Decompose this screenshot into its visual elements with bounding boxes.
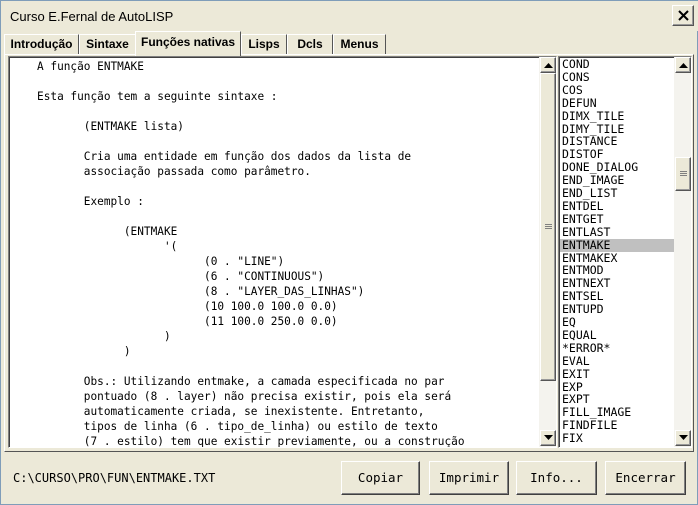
- scroll-thumb[interactable]: [540, 73, 556, 381]
- function-list-item[interactable]: EQUAL: [560, 328, 674, 342]
- list-scroll-up-button[interactable]: [675, 57, 691, 73]
- copy-button[interactable]: Copiar: [341, 461, 420, 495]
- function-list-item[interactable]: ENTDEL: [560, 199, 674, 213]
- function-list-item[interactable]: ENTLAST: [560, 225, 674, 239]
- info-button[interactable]: Info...: [516, 461, 597, 495]
- print-button[interactable]: Imprimir: [429, 461, 509, 495]
- close-window-button[interactable]: [672, 5, 694, 26]
- tab-strip: Introdução Sintaxe Funções nativas Lisps…: [4, 31, 694, 56]
- document-text: A função ENTMAKE Esta função tem a segui…: [37, 60, 465, 448]
- tab-dcls[interactable]: Dcls: [287, 34, 333, 54]
- window-title: Curso E.Fernal de AutoLISP: [10, 9, 174, 24]
- list-scroll-down-button[interactable]: [675, 430, 691, 446]
- tab-menus[interactable]: Menus: [333, 34, 386, 54]
- function-list-item[interactable]: FIX: [560, 432, 674, 445]
- function-list-item[interactable]: COS: [560, 83, 674, 97]
- function-list[interactable]: COND CONS COS DEFUN DIMX_TILE DIMY_TILE DISTAN…: [558, 56, 692, 448]
- function-list-item[interactable]: CONS: [560, 70, 674, 84]
- list-scroll-thumb[interactable]: [675, 157, 691, 191]
- file-path-label: C:\CURSO\PRO\FUN\ENTMAKE.TXT: [13, 471, 216, 485]
- function-list-item[interactable]: *ERROR*: [560, 341, 674, 355]
- document-text-area[interactable]: A função ENTMAKE Esta função tem a segui…: [8, 56, 557, 448]
- function-list-item[interactable]: ENTUPD: [560, 303, 674, 316]
- arrow-down-icon: [544, 435, 553, 440]
- function-list-item[interactable]: ENTGET: [560, 212, 674, 226]
- title-bar: Curso E.Fernal de AutoLISP: [1, 1, 698, 31]
- function-list-item[interactable]: ENTMAKE: [560, 238, 674, 252]
- function-list-item[interactable]: EVAL: [560, 354, 674, 368]
- app-window: Curso E.Fernal de AutoLISP Introdução Si…: [0, 0, 698, 505]
- arrow-down-icon: [679, 435, 688, 440]
- document-scrollbar[interactable]: [539, 57, 556, 447]
- scroll-up-button[interactable]: [540, 57, 556, 73]
- list-scrollbar[interactable]: [674, 57, 691, 447]
- function-list-item[interactable]: EXIT: [560, 367, 674, 381]
- tab-sintaxe[interactable]: Sintaxe: [79, 34, 136, 54]
- function-list-item[interactable]: DIMX_TILE: [560, 109, 674, 123]
- close-icon: [678, 10, 689, 21]
- arrow-up-icon: [679, 63, 688, 68]
- tab-funcoes-nativas[interactable]: Funções nativas: [135, 31, 241, 56]
- close-button[interactable]: Encerrar: [605, 461, 686, 495]
- function-list-item[interactable]: DEFUN: [560, 96, 674, 110]
- bottom-bar: C:\CURSO\PRO\FUN\ENTMAKE.TXT Copiar Impr…: [1, 453, 698, 505]
- tab-introducao[interactable]: Introdução: [4, 34, 79, 54]
- scroll-down-button[interactable]: [540, 430, 556, 446]
- tab-lisps[interactable]: Lisps: [241, 34, 287, 54]
- arrow-up-icon: [544, 63, 553, 68]
